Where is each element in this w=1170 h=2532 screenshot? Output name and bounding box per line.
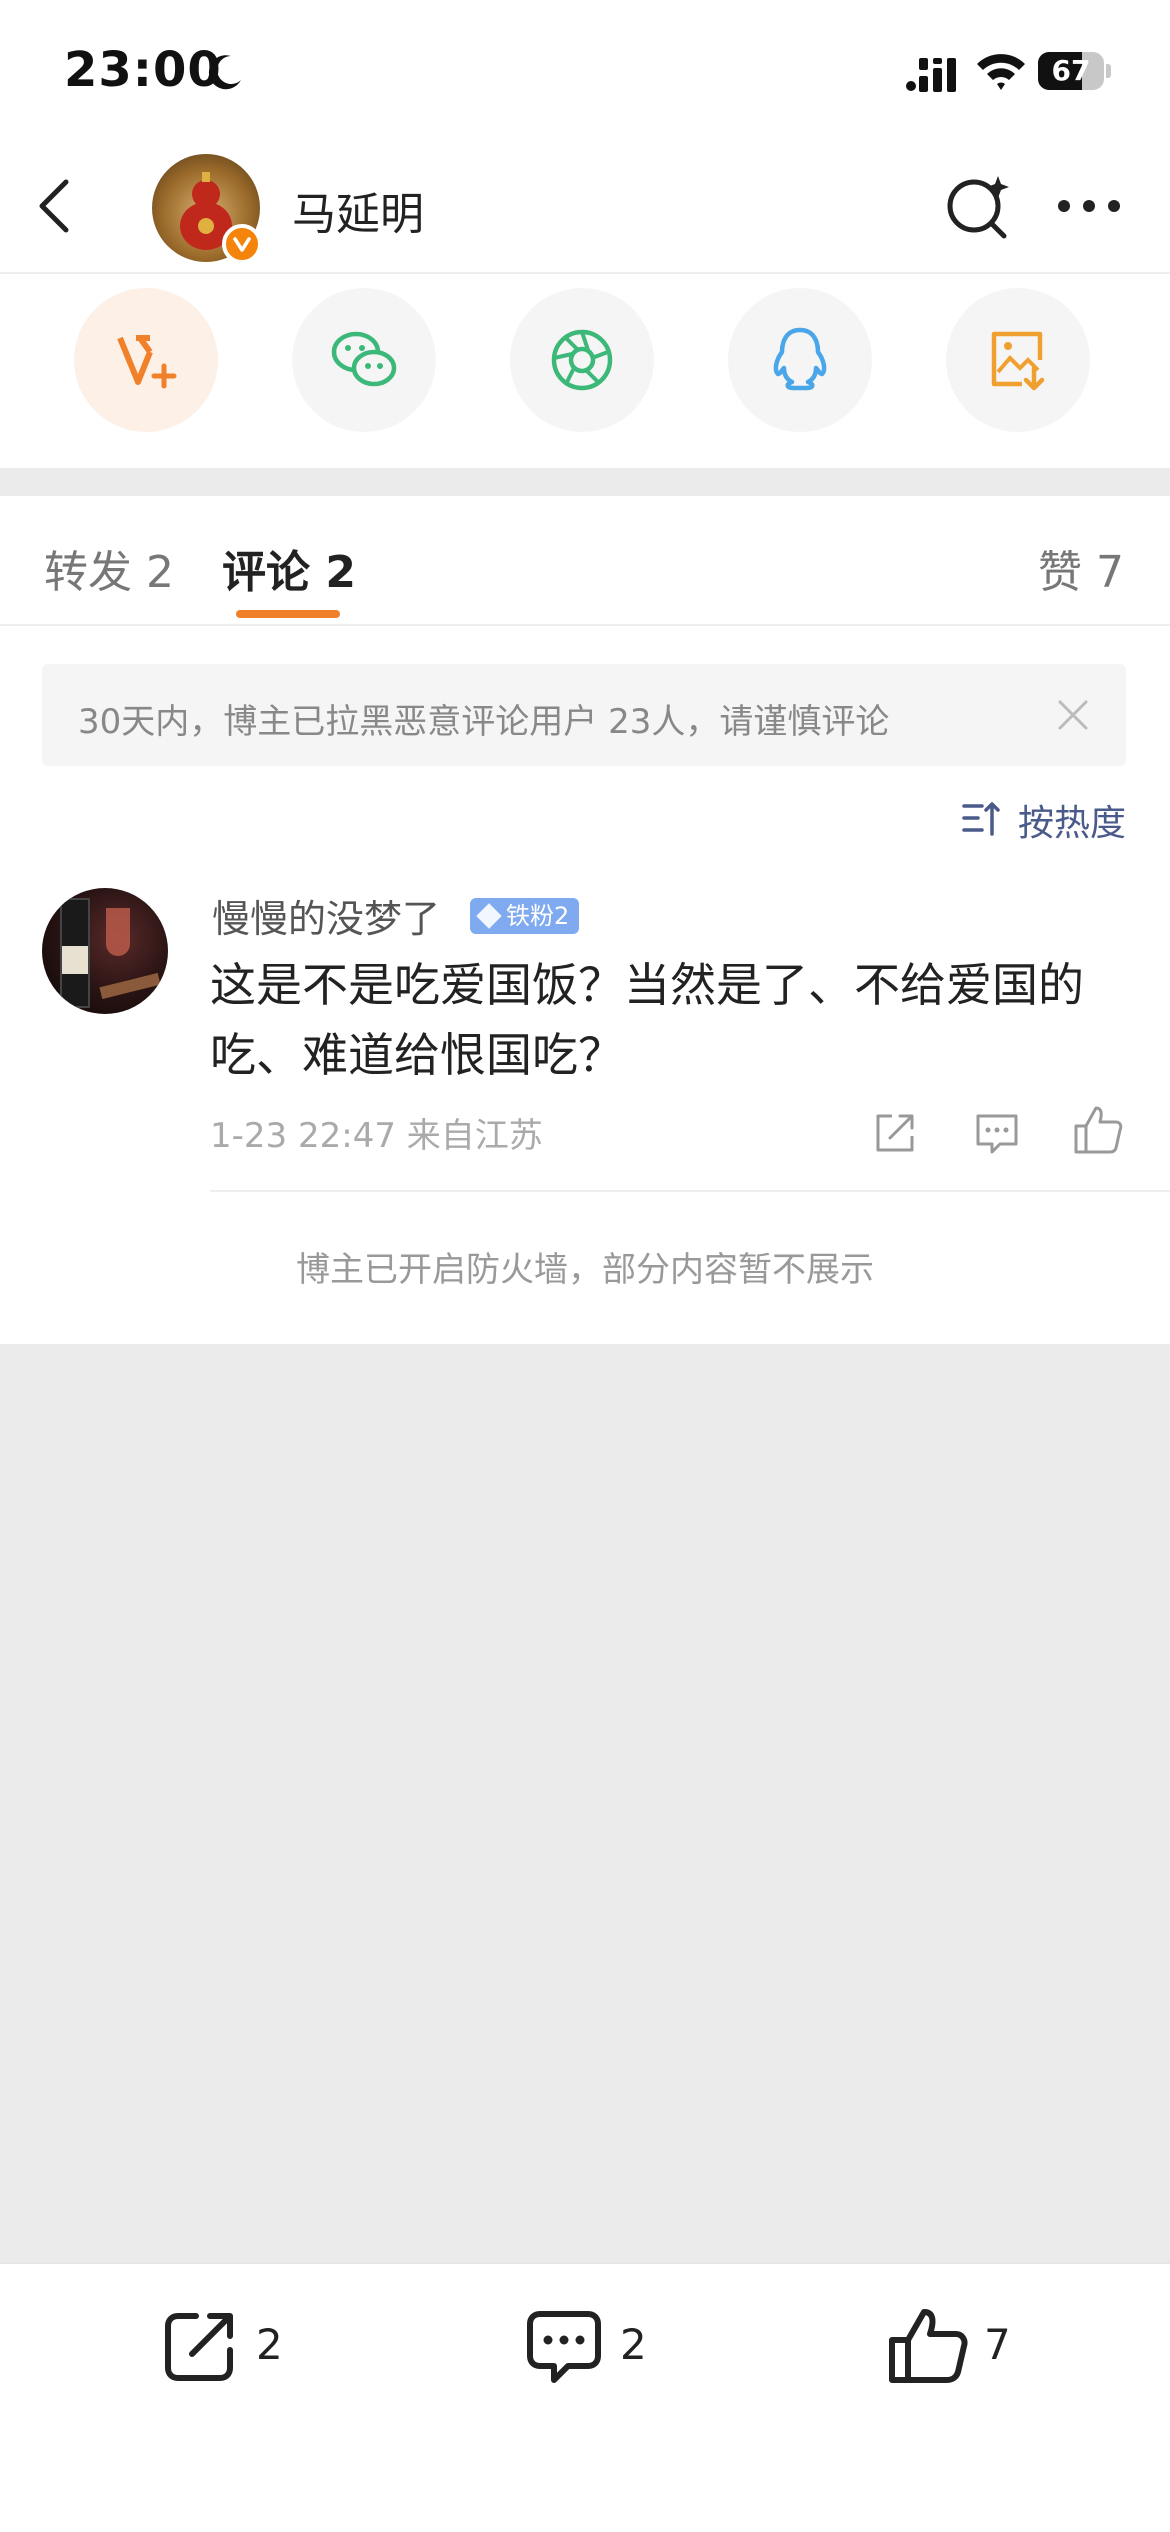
comment-meta: 1-23 22:47 来自江苏 [210, 1116, 543, 1156]
page-title[interactable]: 马延明 [292, 178, 424, 242]
repost-icon [165, 2313, 233, 2381]
comment-like-icon[interactable] [1072, 1104, 1124, 1156]
sort-icon [962, 802, 1000, 836]
diamond-icon [476, 903, 502, 929]
notice-banner: 30天内，博主已拉黑恶意评论用户 23人，请谨慎评论 [42, 664, 1126, 766]
status-bar: 23:00 67 [0, 0, 1170, 140]
tab-comments[interactable]: 评论 2 [222, 536, 356, 600]
comment-reply-icon[interactable] [974, 1110, 1020, 1156]
close-icon[interactable] [1052, 694, 1094, 736]
comment-item: 慢慢的没梦了 铁粉2 这是不是吃爱国饭？当然是了、不给爱国的吃、难道给恨国吃？ … [0, 888, 1170, 1200]
share-moments-button[interactable] [510, 288, 654, 432]
sort-label: 按热度 [1018, 803, 1127, 844]
comment-icon [527, 2311, 601, 2383]
share-save-image-button[interactable] [946, 288, 1090, 432]
signal-icon [906, 58, 956, 92]
divider [210, 1190, 1170, 1192]
weibo-v-plus-icon [117, 335, 177, 389]
tab-bar: 转发 2 评论 2 赞 7 [0, 496, 1170, 626]
comment-panel: 30天内，博主已拉黑恶意评论用户 23人，请谨慎评论 按热度 慢慢的没梦了 铁粉… [0, 626, 1170, 1344]
repost-count: 2 [256, 2320, 283, 2369]
more-icon[interactable] [1054, 196, 1124, 216]
like-count: 7 [984, 2320, 1011, 2369]
share-wechat-button[interactable] [292, 288, 436, 432]
share-weibo-button[interactable] [74, 288, 218, 432]
save-image-icon [991, 331, 1045, 391]
tab-repost[interactable]: 转发 2 [44, 536, 174, 600]
fan-badge-label: 铁粉2 [506, 902, 570, 930]
like-icon [889, 2309, 968, 2383]
tab-likes[interactable]: 赞 7 [1038, 536, 1124, 600]
verified-badge-icon [222, 224, 262, 264]
active-tab-indicator [236, 610, 340, 618]
moon-icon [208, 55, 241, 90]
commenter-name[interactable]: 慢慢的没梦了 [212, 888, 440, 943]
comment-share-icon[interactable] [872, 1110, 918, 1156]
search-spark-icon[interactable] [944, 172, 1012, 240]
notice-text: 30天内，博主已拉黑恶意评论用户 23人，请谨慎评论 [78, 702, 890, 742]
wifi-icon [977, 54, 1025, 90]
back-icon[interactable] [30, 176, 80, 236]
comment-count: 2 [620, 2320, 647, 2369]
battery-icon: 67 [1038, 52, 1111, 90]
nav-bar: 马延明 [0, 140, 1170, 274]
comment-text[interactable]: 这是不是吃爱国饭？当然是了、不给爱国的吃、难道给恨国吃？ [210, 950, 1140, 1090]
moments-icon [551, 329, 613, 391]
qq-icon [773, 327, 827, 391]
status-time: 23:00 [64, 42, 222, 98]
firewall-notice: 博主已开启防火墙，部分内容暂不展示 [296, 1250, 874, 1290]
fan-badge: 铁粉2 [470, 898, 580, 934]
bottom-action-bar: 2 2 7 [0, 2262, 1170, 2532]
battery-percent: 67 [1051, 54, 1091, 87]
share-qq-button[interactable] [728, 288, 872, 432]
commenter-avatar[interactable] [42, 888, 168, 1014]
share-row [0, 274, 1170, 468]
wechat-icon [331, 331, 397, 387]
